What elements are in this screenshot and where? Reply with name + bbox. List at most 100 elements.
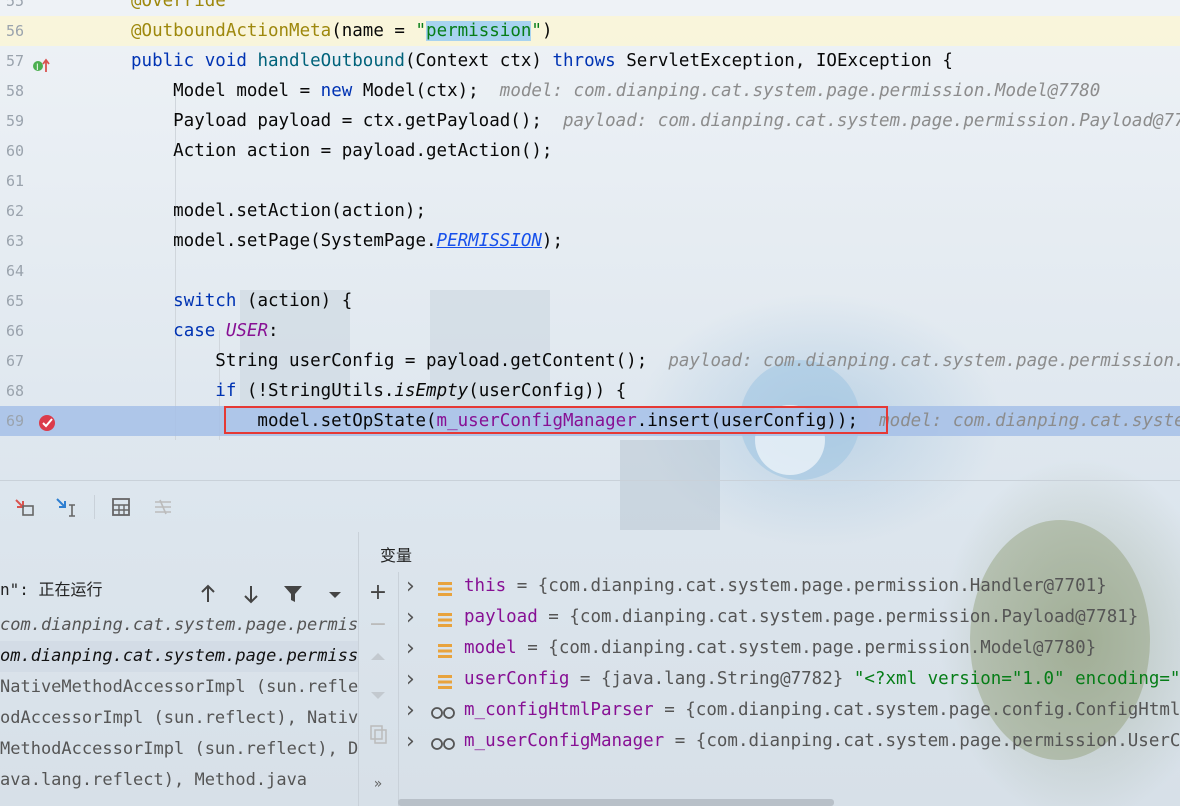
code-line[interactable]: 60 Action action = payload.getAction();	[0, 136, 1180, 166]
variable-row[interactable]: › this = {com.dianping.cat.system.page.pe…	[398, 571, 1180, 602]
code-line[interactable]: 68 if (!StringUtils.isEmpty(userConfig))…	[0, 376, 1180, 406]
chevron-down-icon[interactable]	[324, 580, 346, 602]
code-token: throws	[552, 51, 627, 71]
chevron-right-icon[interactable]: ›	[406, 571, 415, 602]
code-token: (name =	[331, 21, 416, 41]
thread-name-fragment: n":	[0, 580, 29, 599]
code-text: @Override	[131, 0, 226, 16]
code-text: String userConfig = payload.getContent()…	[131, 346, 1180, 376]
variable-name: this	[464, 576, 507, 596]
field-icon	[436, 609, 454, 633]
breakpoint-icon[interactable]	[38, 412, 56, 440]
code-token: :	[268, 321, 279, 341]
code-line[interactable]: 58 Model model = new Model(ctx); model: …	[0, 76, 1180, 106]
line-number: 57	[5, 52, 24, 70]
code-token: Payload payload = ctx.getPayload();	[131, 111, 563, 131]
chevron-right-icon[interactable]: ›	[406, 633, 415, 664]
copy-icon[interactable]	[366, 722, 390, 746]
variable-row[interactable]: › userConfig = {java.lang.String@7782} "<…	[398, 664, 1180, 695]
field-icon	[436, 640, 454, 664]
variable-row[interactable]: › m_userConfigManager = {com.dianping.cat…	[398, 726, 1180, 757]
code-line[interactable]: 67 String userConfig = payload.getConten…	[0, 346, 1180, 376]
code-line[interactable]: 63 model.setPage(SystemPage.PERMISSION);	[0, 226, 1180, 256]
chevron-right-icon[interactable]: ›	[406, 664, 415, 695]
add-watch-icon[interactable]: +	[366, 580, 390, 605]
code-line[interactable]: 62 model.setAction(action);	[0, 196, 1180, 226]
line-number: 66	[5, 322, 24, 340]
stack-frame-item[interactable]: MethodAccessorImpl (sun.reflect), Delega…	[0, 734, 358, 765]
code-line[interactable]: 55 @Override	[0, 0, 1180, 16]
variable-row[interactable]: › payload = {com.dianping.cat.system.page…	[398, 602, 1180, 633]
arrow-up-icon[interactable]	[197, 580, 219, 602]
run-to-cursor-icon[interactable]	[52, 493, 80, 521]
code-token: ServletException, IOException {	[626, 51, 953, 71]
code-token: Action action = payload.getAction();	[131, 141, 553, 161]
variables-pane: 变量 + − » › this = {com.dianping.cat.syste…	[358, 532, 1180, 806]
move-down-icon[interactable]	[366, 684, 390, 708]
frames-pane: n": 正在运行 com.dianping.cat.system.page.pe…	[0, 532, 359, 806]
code-line[interactable]: 57 Ipublic void handleOutbound(Context ct…	[0, 46, 1180, 76]
variable-value: = {com.dianping.cat.system.page.permissi…	[506, 576, 1107, 596]
thread-selector[interactable]: n": 正在运行	[0, 570, 358, 610]
chevron-right-icon[interactable]: ›	[406, 726, 415, 757]
toolbar-separator	[94, 495, 95, 519]
stack-frame-item[interactable]: ava.lang.reflect), Method.java	[0, 765, 358, 796]
inline-value-hint: model: com.dianping.cat.system.page.perm…	[499, 81, 1101, 101]
stack-frame-item[interactable]: odAccessorImpl (sun.reflect), NativeMeth…	[0, 703, 358, 734]
code-token: String userConfig = payload.getContent()…	[131, 351, 669, 371]
horizontal-scrollbar[interactable]	[398, 799, 834, 806]
stack-frame-item[interactable]: om.dianping.cat.system.page.permission.H…	[0, 641, 358, 672]
variable-row[interactable]: › model = {com.dianping.cat.system.page.p…	[398, 633, 1180, 664]
code-line[interactable]: 65 switch (action) {	[0, 286, 1180, 316]
line-number: 63	[5, 232, 24, 250]
field-icon	[436, 578, 454, 602]
chevron-right-icon[interactable]: ›	[406, 695, 415, 726]
inline-value-hint: payload: com.dianping.cat.system.page.pe…	[562, 111, 1180, 131]
variable-row[interactable]: › m_configHtmlParser = {com.dianping.cat.…	[398, 695, 1180, 726]
debug-toolbar	[0, 480, 1180, 533]
line-number: 67	[5, 352, 24, 370]
inline-value-hint: model: com.dianping.cat.system.page.perm…	[879, 411, 1180, 431]
chevron-right-icon[interactable]: ›	[406, 602, 415, 633]
code-line[interactable]: 61	[0, 166, 1180, 196]
svg-text:I: I	[36, 63, 39, 73]
trace-stream-icon[interactable]	[149, 493, 177, 521]
code-line[interactable]: 56 @OutboundActionMeta(name = "permission…	[0, 16, 1180, 46]
line-number: 56	[5, 22, 24, 40]
line-number: 58	[5, 82, 24, 100]
code-token: @OutboundActionMeta	[131, 21, 332, 41]
filter-icon[interactable]	[282, 580, 304, 602]
variables-title: 变量	[380, 546, 413, 565]
force-step-into-icon[interactable]	[10, 493, 38, 521]
line-number: 61	[5, 172, 24, 190]
stack-frame-item[interactable]: NativeMethodAccessorImpl (sun.reflect)	[0, 672, 358, 703]
variable-value: = {com.dianping.cat.system.page.permissi…	[516, 638, 1097, 658]
move-up-icon[interactable]	[366, 644, 390, 668]
code-token: Model(ctx);	[362, 81, 500, 101]
debugger-panel: n": 正在运行 com.dianping.cat.system.page.pe…	[0, 440, 1180, 806]
code-text: switch (action) {	[131, 286, 352, 316]
more-icon[interactable]: »	[366, 772, 390, 796]
code-token: void	[204, 51, 258, 71]
field-icon	[436, 671, 454, 695]
code-line[interactable]: 59 Payload payload = ctx.getPayload(); p…	[0, 106, 1180, 136]
code-token: );	[541, 231, 563, 251]
code-token: if	[215, 381, 247, 401]
code-editor[interactable]: 55 @Override 56 @OutboundActionMeta(name = …	[0, 0, 1180, 440]
arrow-down-icon[interactable]	[240, 580, 262, 604]
code-line[interactable]: 66 case USER:	[0, 316, 1180, 346]
thread-status: 正在运行	[38, 580, 103, 599]
code-line[interactable]: 64	[0, 256, 1180, 286]
stack-frame-item[interactable]: com.dianping.cat.system.page.permission.…	[0, 610, 358, 641]
code-token: isEmpty	[394, 381, 469, 401]
code-text: model.setAction(action);	[131, 196, 426, 226]
evaluate-expression-icon[interactable]	[107, 493, 135, 521]
inline-value-hint: payload: com.dianping.cat.system.page.pe…	[668, 351, 1180, 371]
code-token: model.setPage(SystemPage.	[131, 231, 437, 251]
line-number: 62	[5, 202, 24, 220]
code-token: USER	[225, 321, 268, 341]
code-token: "	[415, 21, 427, 41]
remove-watch-icon[interactable]: −	[366, 612, 390, 637]
